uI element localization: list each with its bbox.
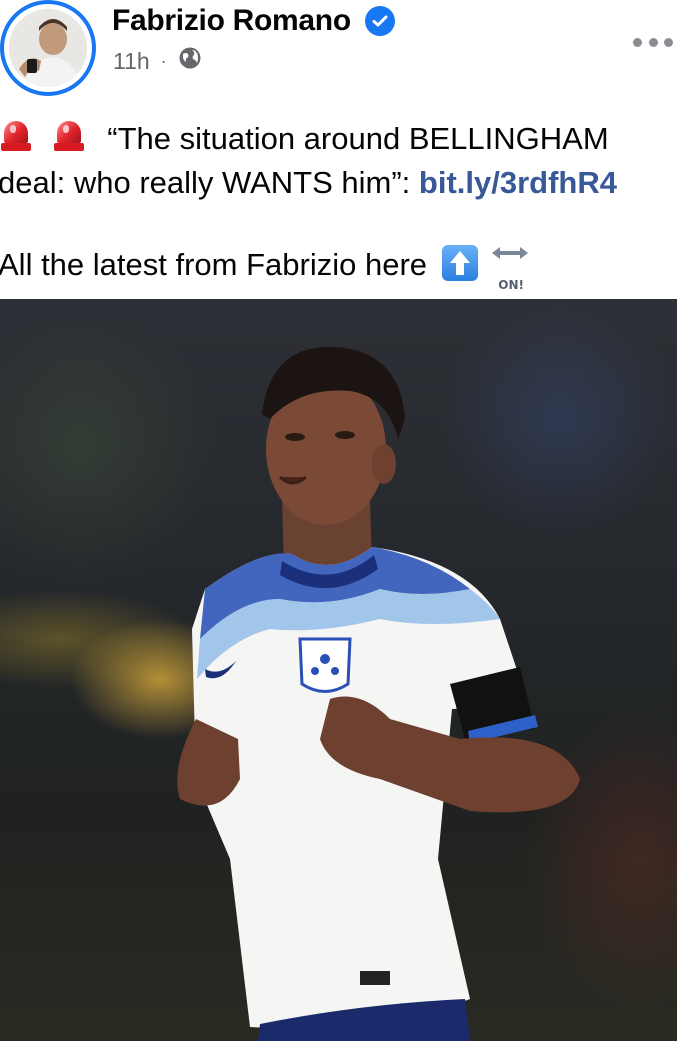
post-time[interactable]: 11h xyxy=(113,48,150,75)
caption-text: ”: xyxy=(391,165,419,200)
dot xyxy=(664,37,673,47)
rotating-light-icon xyxy=(53,119,85,153)
avatar-photo xyxy=(9,9,87,87)
facebook-post: Fabrizio Romano 11h · “The situation aro… xyxy=(0,0,677,1041)
caption-link[interactable]: bit.ly/3rdfhR4 xyxy=(419,165,617,200)
author-name[interactable]: Fabrizio Romano xyxy=(112,4,351,38)
dot xyxy=(633,37,642,47)
globe-icon[interactable] xyxy=(178,46,202,76)
caption-text: All the latest from Fabrizio here xyxy=(0,247,428,282)
caption-text: deal: who really WANTS him xyxy=(0,165,392,200)
left-right-arrow-icon: ON! xyxy=(490,245,530,292)
meta-separator: · xyxy=(160,50,167,71)
verified-badge-icon xyxy=(364,6,395,36)
caption-line-2: deal: who really WANTS him”: bit.ly/3rdf… xyxy=(0,162,617,204)
post-meta: 11h · xyxy=(113,46,202,76)
rotating-light-icon xyxy=(0,119,32,153)
caption-line-3: All the latest from Fabrizio here ON! xyxy=(0,244,530,292)
caption-text: “The situation around BELLINGHAM xyxy=(107,121,609,156)
more-options-icon[interactable] xyxy=(633,32,673,52)
author-row: Fabrizio Romano xyxy=(112,4,395,38)
caption-line-1: “The situation around BELLINGHAM xyxy=(0,118,609,160)
post-photo[interactable] xyxy=(0,299,677,1041)
dot xyxy=(648,37,658,47)
footballer-in-white-england-shirt xyxy=(177,346,580,1041)
author-avatar[interactable] xyxy=(0,0,96,96)
up-arrow-icon xyxy=(441,245,478,281)
